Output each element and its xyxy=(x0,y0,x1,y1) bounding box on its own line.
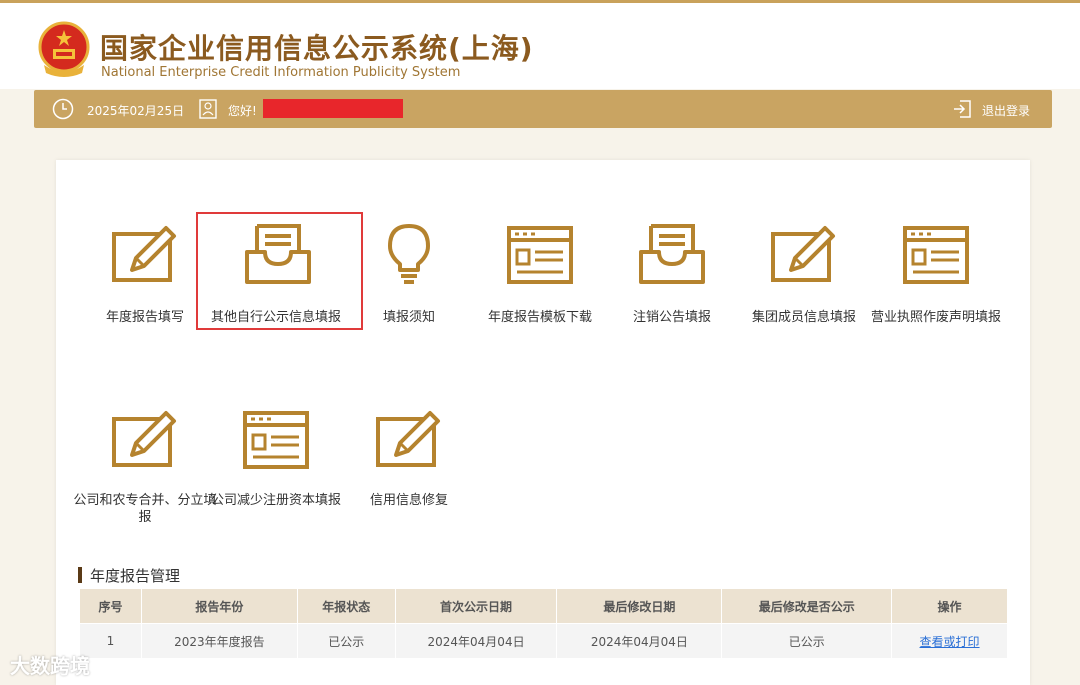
user-info-bar: 2025年02月25日 您好! 退出登录 xyxy=(34,90,1052,128)
col-header: 最后修改是否公示 xyxy=(721,588,893,624)
view-print-link[interactable]: 查看或打印 xyxy=(920,635,980,649)
user-icon xyxy=(199,99,217,119)
lightbulb-icon xyxy=(388,224,430,284)
cell-first-date: 2024年04月04日 xyxy=(394,623,558,659)
col-header: 操作 xyxy=(891,588,1008,624)
logout-icon[interactable] xyxy=(952,99,972,119)
inbox-icon xyxy=(245,224,311,284)
report-section-title: 年度报告管理 xyxy=(78,565,180,586)
inbox-icon xyxy=(639,224,705,284)
col-header: 序号 xyxy=(79,588,142,624)
template-icon xyxy=(507,226,573,284)
clock-icon xyxy=(52,98,74,120)
func-label: 营业执照作废声明填报 xyxy=(870,310,1001,325)
func-license-void-statement[interactable]: 营业执照作废声明填报 xyxy=(851,220,1021,340)
cell-status: 已公示 xyxy=(296,623,396,659)
func-credit-repair[interactable]: 信用信息修复 xyxy=(324,405,494,525)
template-icon xyxy=(243,411,309,469)
system-title: 国家企业信用信息公示系统(上海) xyxy=(100,32,534,65)
col-header: 最后修改日期 xyxy=(556,588,723,624)
cell-last-date: 2024年04月04日 xyxy=(556,623,723,659)
table-header-row: 序号 报告年份 年报状态 首次公示日期 最后修改日期 最后修改是否公示 操作 xyxy=(79,588,1008,624)
cell-action: 查看或打印 xyxy=(891,623,1008,659)
edit-icon xyxy=(771,226,835,282)
template-icon xyxy=(903,226,969,284)
edit-icon xyxy=(112,226,176,282)
edit-icon xyxy=(112,411,176,467)
cell-year: 2023年年度报告 xyxy=(140,623,298,659)
col-header: 报告年份 xyxy=(140,588,298,624)
cell-last-public: 已公示 xyxy=(721,623,893,659)
edit-icon xyxy=(376,411,440,467)
logout-link[interactable]: 退出登录 xyxy=(982,102,1030,119)
redacted-username xyxy=(263,99,403,118)
site-header: 国家企业信用信息公示系统(上海) National Enterprise Cre… xyxy=(0,3,1080,89)
table-row: 1 2023年年度报告 已公示 2024年04月04日 2024年04月04日 … xyxy=(79,623,1008,659)
system-subtitle: National Enterprise Credit Information P… xyxy=(101,65,461,80)
col-header: 首次公示日期 xyxy=(394,588,558,624)
col-header: 年报状态 xyxy=(296,588,396,624)
annual-report-table: 序号 报告年份 年报状态 首次公示日期 最后修改日期 最后修改是否公示 操作 1… xyxy=(79,588,1008,659)
national-emblem-icon xyxy=(38,21,90,77)
current-date: 2025年02月25日 xyxy=(87,104,185,118)
watermark-text: 大数跨境 xyxy=(10,654,90,678)
greeting-text: 您好! xyxy=(228,104,257,118)
func-label: 信用信息修复 xyxy=(369,493,448,508)
